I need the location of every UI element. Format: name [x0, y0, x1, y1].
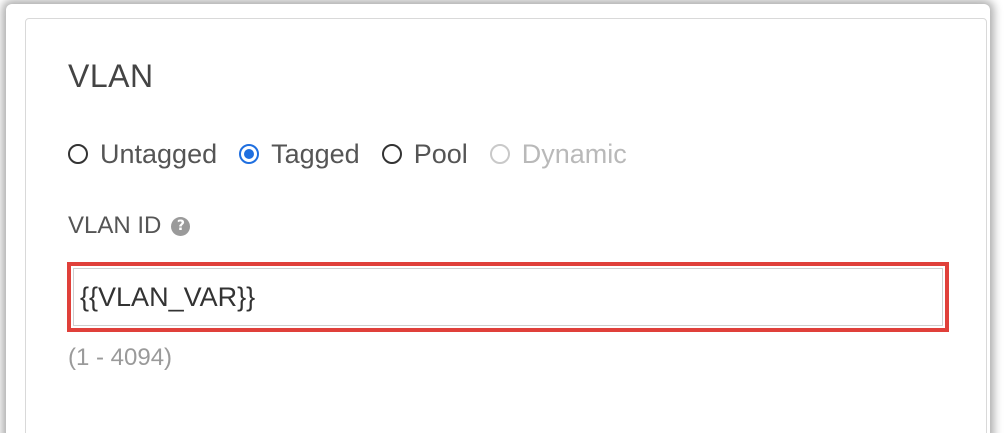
vlan-id-label: VLAN ID [68, 212, 162, 239]
screenshot-stage: VLAN Untagged Tagged Pool Dynamic VLAN I… [0, 0, 1006, 433]
radio-untagged-icon[interactable] [68, 144, 88, 164]
radio-tagged-label: Tagged [271, 138, 360, 169]
radio-option-tagged[interactable]: Tagged [239, 139, 360, 170]
radio-pool-icon[interactable] [381, 144, 402, 164]
radio-option-pool[interactable]: Pool [381, 138, 468, 170]
radio-untagged-label: Untagged [100, 138, 218, 169]
radio-pool-label: Pool [413, 138, 468, 169]
vlan-id-range-hint: (1 - 4094) [68, 344, 173, 371]
help-icon[interactable]: ? [171, 216, 191, 236]
vlan-mode-radio-group: Untagged Tagged Pool Dynamic [68, 132, 649, 176]
vlan-id-label-row: VLAN ID ? [68, 212, 191, 240]
radio-option-dynamic: Dynamic [489, 138, 627, 170]
vlan-id-input[interactable]: {{VLAN_VAR}} [73, 268, 943, 326]
radio-option-untagged[interactable]: Untagged [68, 139, 217, 170]
vlan-section-title: VLAN [68, 58, 154, 94]
radio-dynamic-icon [489, 144, 510, 164]
radio-tagged-icon[interactable] [239, 144, 260, 164]
radio-dynamic-label: Dynamic [521, 138, 627, 169]
